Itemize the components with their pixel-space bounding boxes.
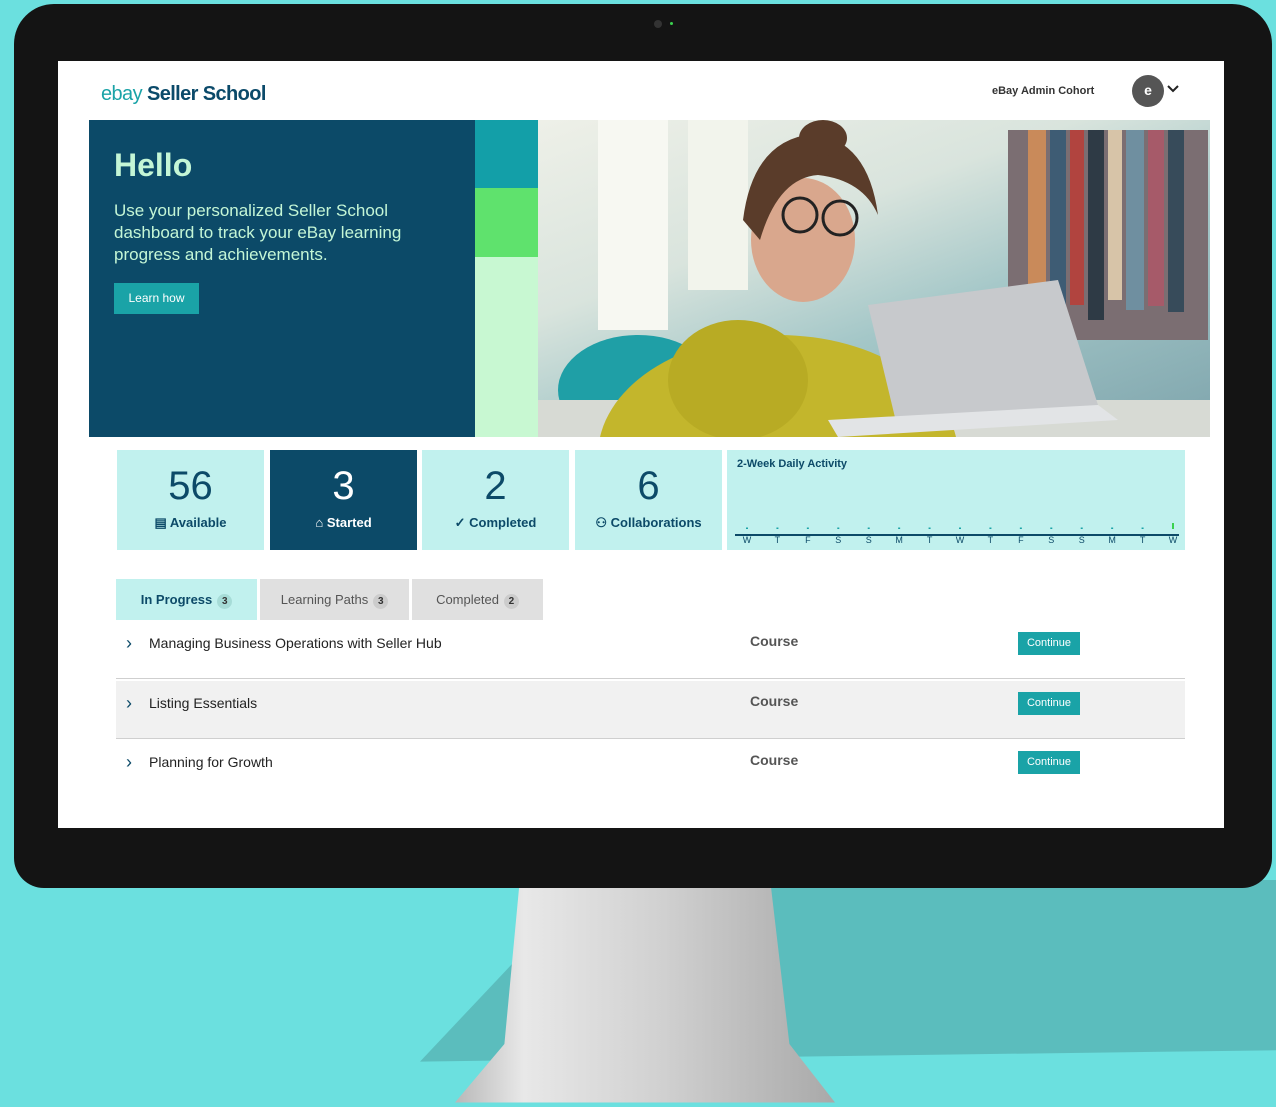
stat-started-label: Started <box>326 515 372 530</box>
hero-description: Use your personalized Seller School dash… <box>114 201 402 264</box>
seller-school-logo[interactable]: ebay Seller School <box>101 83 266 106</box>
activity-day-label: F <box>1018 535 1024 545</box>
activity-day-label: S <box>1048 535 1054 545</box>
stat-completed[interactable]: 2 ✓ Completed <box>422 450 569 550</box>
activity-bar <box>989 527 992 529</box>
stat-started-value: 3 <box>332 464 355 508</box>
stat-collaborations-label-row: ⚇ Collaborations <box>575 515 722 531</box>
stat-completed-value: 2 <box>484 464 507 508</box>
stat-collaborations-label: Collaborations <box>610 515 702 530</box>
course-row[interactable]: › Listing Essentials Course Continue <box>116 681 1185 739</box>
tab-in-progress-count: 3 <box>217 594 233 609</box>
logo-ebay: ebay <box>101 83 143 105</box>
activity-day-label: S <box>1079 535 1085 545</box>
people-icon: ⚇ <box>595 515 607 530</box>
course-row[interactable]: › Planning for Growth Course Continue <box>116 740 1185 798</box>
stat-available-label-row: ▤ Available <box>117 515 264 531</box>
course-type: Course <box>750 633 799 649</box>
activity-bar <box>1141 527 1144 529</box>
stat-collaborations[interactable]: 6 ⚇ Collaborations <box>575 450 722 550</box>
course-title: Listing Essentials <box>149 695 258 711</box>
stat-completed-label-row: ✓ Completed <box>422 515 569 531</box>
stat-available-label: Available <box>169 515 227 530</box>
course-type: Course <box>750 693 799 709</box>
activity-day-label: S <box>866 535 872 545</box>
hero-title: Hello <box>114 147 193 183</box>
tab-completed[interactable]: Completed 2 <box>412 579 543 620</box>
hero-stripe-green <box>475 188 538 257</box>
activity-day-label: T <box>927 535 933 545</box>
activity-bar <box>746 527 748 529</box>
course-title: Planning for Growth <box>149 754 273 770</box>
continue-button[interactable]: Continue <box>1018 632 1080 655</box>
course-type: Course <box>750 752 799 768</box>
tab-learning-paths-count: 3 <box>373 594 389 609</box>
activity-bar <box>837 527 840 529</box>
webcam-led <box>670 22 673 25</box>
activity-bar <box>1050 527 1053 529</box>
activity-day-label: S <box>835 535 841 545</box>
book-icon: ▤ <box>154 515 167 530</box>
activity-bar <box>1172 523 1174 529</box>
stat-started-label-row: ⌂ Started <box>270 515 417 530</box>
activity-day-label: T <box>988 535 994 545</box>
stat-started[interactable]: 3 ⌂ Started <box>270 450 417 550</box>
continue-button[interactable]: Continue <box>1018 751 1080 774</box>
course-title: Managing Business Operations with Seller… <box>149 635 442 651</box>
activity-bar <box>1019 527 1022 529</box>
activity-bar <box>898 527 901 529</box>
browser-viewport: ebay Seller School eBay Admin Cohort e H… <box>58 61 1224 828</box>
hero-text-panel: Hello Use your personalized Seller Schoo… <box>89 120 475 437</box>
activity-day-label: W <box>743 535 752 545</box>
row-divider <box>116 738 1185 739</box>
tab-completed-count: 2 <box>503 594 519 609</box>
webcam-icon <box>654 20 662 28</box>
hero-banner: Hello Use your personalized Seller Schoo… <box>89 120 1210 437</box>
stat-available-value: 56 <box>168 464 213 508</box>
building-icon: ⌂ <box>315 515 324 530</box>
tab-learning-paths-label: Learning Paths <box>280 592 369 607</box>
activity-day-label: M <box>895 535 903 545</box>
stat-available[interactable]: 56 ▤ Available <box>117 450 264 550</box>
activity-bar <box>776 527 779 529</box>
chevron-right-icon[interactable]: › <box>126 633 132 654</box>
activity-day-label: W <box>1169 535 1178 545</box>
chevron-right-icon[interactable]: › <box>126 693 132 714</box>
activity-day-label: T <box>1140 535 1146 545</box>
learn-how-button[interactable]: Learn how <box>114 283 199 314</box>
activity-chart: 2-Week Daily Activity WTFSSMTWTFSSMTW <box>727 450 1185 550</box>
tab-learning-paths[interactable]: Learning Paths 3 <box>260 579 409 620</box>
continue-button[interactable]: Continue <box>1018 692 1080 715</box>
activity-bar <box>1080 527 1083 529</box>
cohort-name: eBay Admin Cohort <box>992 85 1095 97</box>
stat-completed-label: Completed <box>469 515 537 530</box>
hero-photo <box>538 120 1210 437</box>
check-icon: ✓ <box>454 515 466 530</box>
tab-in-progress-label: In Progress <box>140 592 213 607</box>
activity-day-label: T <box>775 535 781 545</box>
activity-day-label: F <box>805 535 811 545</box>
hero-stripe-teal <box>475 120 538 188</box>
activity-day-label: M <box>1108 535 1116 545</box>
stat-collaborations-value: 6 <box>637 464 660 508</box>
activity-bar <box>959 527 961 529</box>
activity-bar <box>867 527 870 529</box>
activity-day-label: W <box>956 535 965 545</box>
avatar[interactable]: e <box>1132 75 1164 107</box>
row-divider <box>116 678 1185 679</box>
chevron-down-icon[interactable] <box>1167 81 1179 97</box>
tab-in-progress[interactable]: In Progress 3 <box>116 579 257 620</box>
activity-chart-plot: WTFSSMTWTFSSMTW <box>735 523 1179 545</box>
activity-bar <box>1111 527 1114 529</box>
logo-product: Seller School <box>146 83 267 105</box>
chevron-right-icon[interactable]: › <box>126 752 132 773</box>
tab-completed-label: Completed <box>436 592 499 607</box>
activity-bar <box>806 527 809 529</box>
course-row[interactable]: › Managing Business Operations with Sell… <box>116 621 1185 679</box>
activity-bar <box>928 527 931 529</box>
hero-stripe-mint <box>475 257 538 437</box>
